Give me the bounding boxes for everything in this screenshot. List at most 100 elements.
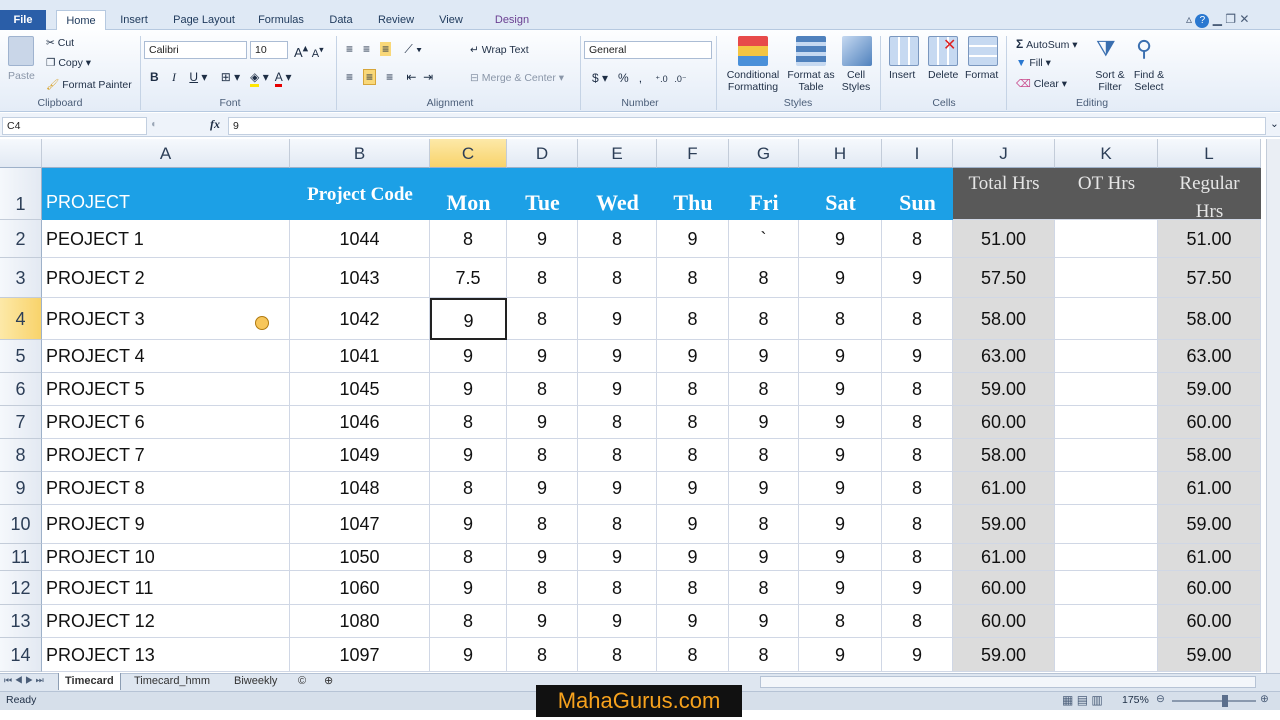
cell-hours[interactable]: 8 <box>729 439 799 472</box>
clear-button[interactable]: ⌫ Clear ▾ <box>1016 78 1067 90</box>
cell-hours[interactable]: 9 <box>799 220 882 258</box>
cell-hours[interactable]: 9 <box>578 605 657 638</box>
row-header-3[interactable]: 3 <box>0 258 42 298</box>
cell-hours[interactable]: 8 <box>882 406 953 439</box>
tab-page-layout[interactable]: Page Layout <box>166 10 242 30</box>
cell-regular-hrs[interactable]: 59.00 <box>1158 373 1261 406</box>
cell-hours[interactable]: 8 <box>729 571 799 605</box>
expand-formula-bar-icon[interactable]: ⌄ <box>1270 118 1279 130</box>
cell-hours[interactable]: 8 <box>657 298 729 340</box>
align-top-icon[interactable]: ≡ <box>346 42 353 56</box>
format-as-table-button[interactable]: Format as Table <box>786 69 836 93</box>
cell-ot-hrs[interactable] <box>1055 605 1158 638</box>
increase-decimal-icon[interactable]: ⁺.0 <box>655 74 667 84</box>
decrease-decimal-icon[interactable]: .0⁻ <box>674 74 686 84</box>
cell-project[interactable]: PEOJECT 1 <box>42 220 290 258</box>
column-header-a[interactable]: A <box>42 139 290 168</box>
row-header-14[interactable]: 14 <box>0 638 42 672</box>
cell-hours[interactable]: 9 <box>799 340 882 373</box>
active-cell[interactable]: 9 <box>430 298 507 340</box>
vertical-scrollbar[interactable] <box>1266 139 1280 673</box>
cell-hours[interactable]: 9 <box>799 258 882 298</box>
cell-hours[interactable]: 9 <box>799 544 882 571</box>
cell-total-hrs[interactable]: 57.50 <box>953 258 1055 298</box>
cell-hours[interactable]: 8 <box>507 571 578 605</box>
currency-icon[interactable]: $ <box>592 71 599 85</box>
borders-icon[interactable]: ⊞ <box>221 70 231 84</box>
cell-hours[interactable]: 8 <box>882 298 953 340</box>
orientation-icon[interactable]: ⟋ <box>404 42 412 56</box>
cell-hours[interactable]: 8 <box>882 544 953 571</box>
header-total-hrs[interactable]: Total Hrs <box>953 168 1055 220</box>
cell-hours[interactable]: 8 <box>729 298 799 340</box>
cell-hours[interactable]: 9 <box>578 472 657 505</box>
cell-regular-hrs[interactable]: 51.00 <box>1158 220 1261 258</box>
cell-project[interactable]: PROJECT 6 <box>42 406 290 439</box>
cell-hours[interactable]: 8 <box>507 505 578 544</box>
cut-button[interactable]: ✂ Cut <box>46 37 74 49</box>
cell-project-code[interactable]: 1047 <box>290 505 430 544</box>
cell-hours[interactable]: 9 <box>882 340 953 373</box>
grow-font-icon[interactable]: A▴ <box>294 43 308 60</box>
cell-hours[interactable]: 8 <box>430 605 507 638</box>
window-close-icon[interactable]: ✕ <box>1239 12 1249 26</box>
cell-total-hrs[interactable]: 60.00 <box>953 571 1055 605</box>
wrap-text-button[interactable]: ↵ Wrap Text <box>470 44 529 56</box>
cell-hours[interactable]: 9 <box>507 406 578 439</box>
cell-total-hrs[interactable]: 58.00 <box>953 439 1055 472</box>
cell-hours[interactable]: 9 <box>430 340 507 373</box>
cell-hours[interactable]: 9 <box>507 605 578 638</box>
cell-hours[interactable]: 8 <box>507 298 578 340</box>
cell-project-code[interactable]: 1049 <box>290 439 430 472</box>
header-ot-hrs[interactable]: OT Hrs <box>1055 168 1158 220</box>
cell-hours[interactable]: 8 <box>507 373 578 406</box>
cell-hours[interactable]: 8 <box>657 439 729 472</box>
header-day-thu[interactable]: Thu <box>657 168 729 220</box>
zoom-slider-thumb[interactable] <box>1222 695 1228 707</box>
increase-indent-icon[interactable]: ⇥ <box>423 70 433 84</box>
cell-regular-hrs[interactable]: 58.00 <box>1158 439 1261 472</box>
cell-hours[interactable]: 9 <box>882 571 953 605</box>
formula-input[interactable]: 9 <box>228 117 1266 135</box>
percent-icon[interactable]: % <box>618 71 629 85</box>
cell-project[interactable]: PROJECT 4 <box>42 340 290 373</box>
cell-project[interactable]: PROJECT 8 <box>42 472 290 505</box>
row-header-6[interactable]: 6 <box>0 373 42 406</box>
cell-project[interactable]: PROJECT 5 <box>42 373 290 406</box>
cell-project[interactable]: PROJECT 3 <box>42 298 290 340</box>
formula-bar-resize-icon[interactable]: ◖ <box>150 118 156 130</box>
cell-hours[interactable]: 8 <box>882 373 953 406</box>
row-header-13[interactable]: 13 <box>0 605 42 638</box>
header-day-tue[interactable]: Tue <box>507 168 578 220</box>
cell-regular-hrs[interactable]: 59.00 <box>1158 505 1261 544</box>
cell-hours[interactable]: 9 <box>729 605 799 638</box>
window-minimize-icon[interactable]: ▁ <box>1213 12 1222 26</box>
cell-regular-hrs[interactable]: 61.00 <box>1158 544 1261 571</box>
cell-project[interactable]: PROJECT 10 <box>42 544 290 571</box>
cell-hours[interactable]: ` <box>729 220 799 258</box>
cell-hours[interactable]: 9 <box>657 340 729 373</box>
cell-hours[interactable]: 8 <box>657 258 729 298</box>
column-header-d[interactable]: D <box>507 139 578 168</box>
cell-ot-hrs[interactable] <box>1055 571 1158 605</box>
cell-ot-hrs[interactable] <box>1055 544 1158 571</box>
cell-hours[interactable]: 9 <box>578 544 657 571</box>
cell-project[interactable]: PROJECT 7 <box>42 439 290 472</box>
cell-total-hrs[interactable]: 58.00 <box>953 298 1055 340</box>
normal-view-icon[interactable]: ▦ <box>1062 693 1073 707</box>
cell-hours[interactable]: 9 <box>799 571 882 605</box>
cell-hours[interactable]: 9 <box>799 472 882 505</box>
cell-hours[interactable]: 9 <box>578 298 657 340</box>
zoom-in-icon[interactable]: ⊕ <box>1260 693 1269 705</box>
cell-project[interactable]: PROJECT 9 <box>42 505 290 544</box>
cell-regular-hrs[interactable]: 61.00 <box>1158 472 1261 505</box>
row-header-10[interactable]: 10 <box>0 505 42 544</box>
cell-hours[interactable]: 8 <box>578 439 657 472</box>
column-header-i[interactable]: I <box>882 139 953 168</box>
cell-ot-hrs[interactable] <box>1055 340 1158 373</box>
new-sheet-icon[interactable]: ⊕ <box>318 673 339 690</box>
tab-insert[interactable]: Insert <box>112 10 156 30</box>
cell-hours[interactable]: 9 <box>657 472 729 505</box>
cell-hours[interactable]: 9 <box>430 439 507 472</box>
format-painter-button[interactable]: 🖌 Format Painter <box>46 78 132 91</box>
